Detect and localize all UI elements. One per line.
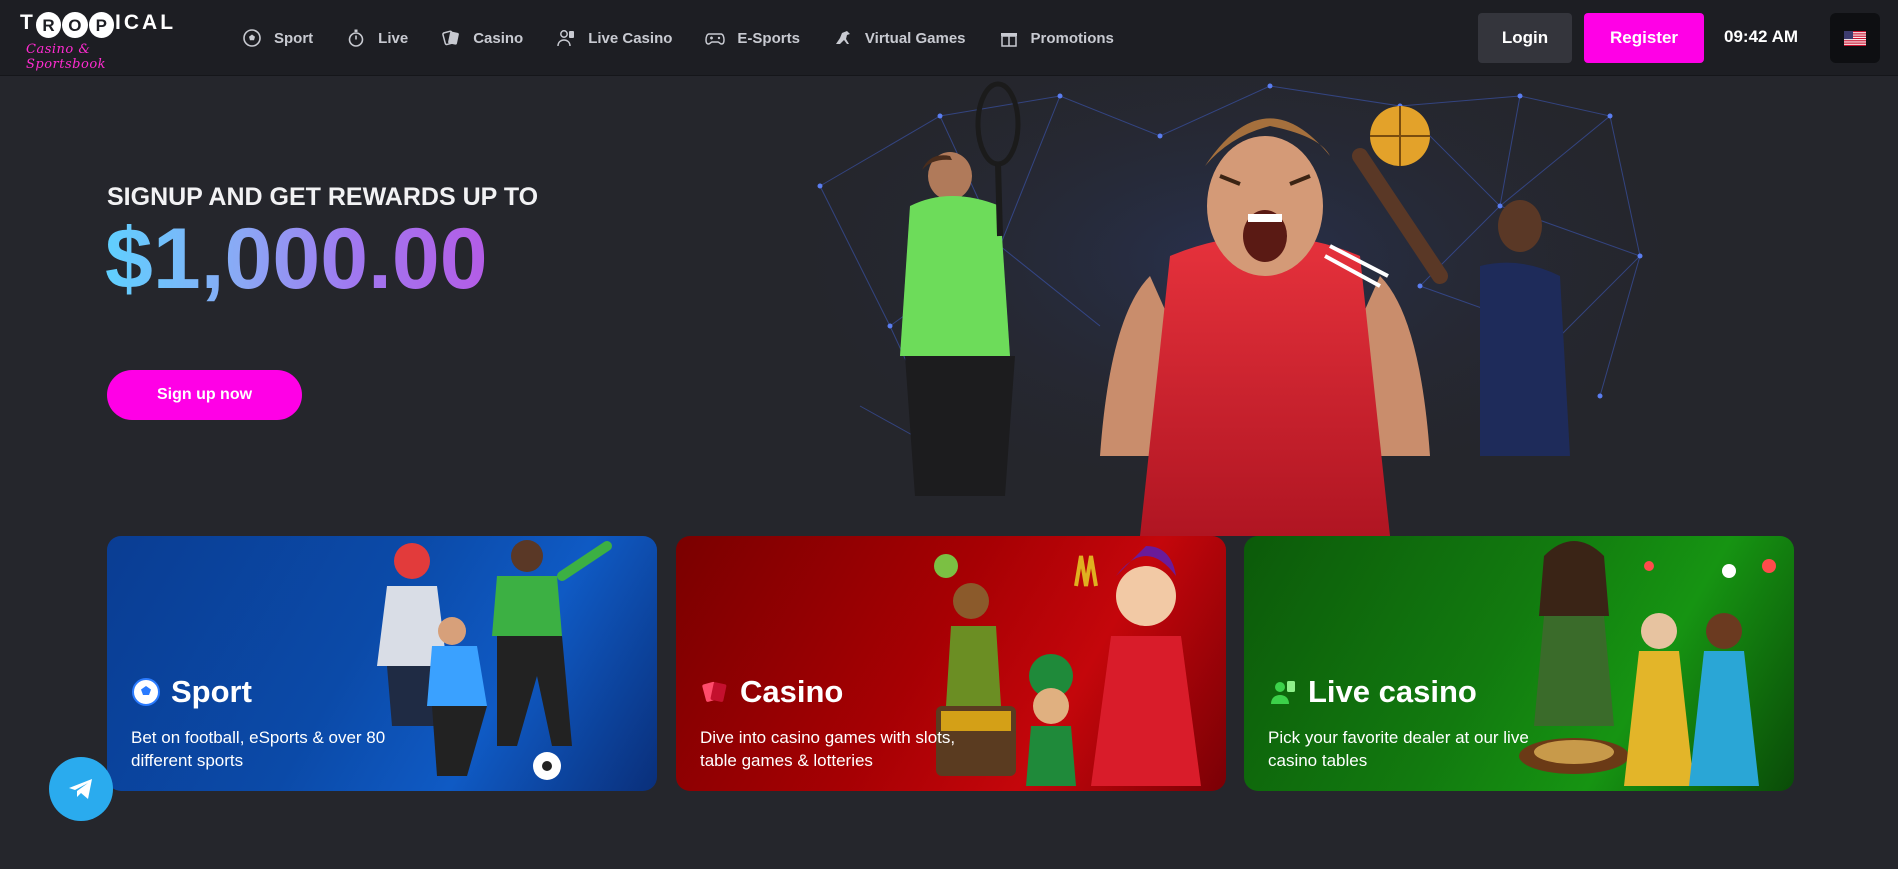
nav-label: Live (378, 29, 409, 47)
us-flag-icon (1844, 30, 1866, 46)
top-header: T R O P I C A L Casino & Sportsbook Spor… (0, 0, 1898, 76)
nav-label: Sport (274, 29, 314, 47)
nav-label: Casino (473, 29, 524, 47)
nav-item-promotions[interactable]: Promotions (999, 28, 1114, 48)
hero-athletes-image (800, 76, 1680, 536)
hero-reward-amount: $1,000.00 (105, 211, 488, 307)
cards-icon (702, 681, 727, 702)
sport-card[interactable]: Sport Bet on football, eSports & over 80… (107, 536, 657, 791)
nav-item-live[interactable]: Live (346, 28, 408, 48)
nav-label: Virtual Games (864, 29, 966, 47)
soccer-ball-icon (243, 29, 261, 47)
nav-item-casino[interactable]: Casino (441, 28, 523, 48)
dealer-icon (557, 30, 575, 47)
telegram-button[interactable] (49, 757, 113, 821)
card-title: Live casino (1268, 674, 1477, 710)
logo-title: T R O P I C A L (20, 12, 175, 38)
nav-label: Live Casino (588, 29, 673, 47)
nav-item-live-casino[interactable]: Live Casino (556, 28, 672, 48)
card-description: Bet on football, eSports & over 80 diffe… (131, 728, 386, 770)
sign-up-now-button[interactable]: Sign up now (107, 370, 302, 420)
gift-icon (1000, 33, 1017, 47)
nav-item-esports[interactable]: E-Sports (705, 28, 800, 48)
horse-icon (835, 31, 850, 44)
telegram-icon (69, 779, 92, 799)
casino-card[interactable]: Casino Dive into casino games with slots… (676, 536, 1226, 791)
card-title: Sport (131, 674, 252, 710)
logo-subtitle: Casino & Sportsbook (26, 42, 107, 72)
card-description: Pick your favorite dealer at our live ca… (1268, 728, 1529, 770)
gamepad-icon (705, 33, 726, 45)
login-button[interactable]: Login (1478, 13, 1572, 63)
clock: 09:42 AM (1724, 27, 1799, 46)
nav-item-virtual-games[interactable]: Virtual Games (833, 28, 966, 48)
cards-icon (442, 30, 460, 46)
nav-label: E-Sports (737, 29, 800, 47)
nav-item-sport[interactable]: Sport (242, 28, 313, 48)
language-selector[interactable] (1830, 13, 1880, 63)
nav-label: Promotions (1030, 29, 1114, 47)
stopwatch-icon (348, 29, 364, 47)
tropical-logo[interactable]: T R O P I C A L Casino & Sportsbook (20, 12, 175, 72)
card-description: Dive into casino games with slots, table… (700, 728, 956, 770)
card-title: Casino (700, 674, 843, 710)
card-title-text: Live casino (1308, 674, 1477, 709)
hero-tagline: SIGNUP AND GET REWARDS UP TO (107, 183, 539, 211)
card-title-text: Sport (171, 674, 252, 709)
register-button[interactable]: Register (1584, 13, 1704, 63)
card-title-text: Casino (740, 674, 844, 709)
soccer-ball-icon (132, 678, 160, 706)
main-nav: Sport Live Casino Live Casino E-Sports V… (242, 0, 1147, 76)
dealer-icon (1271, 681, 1295, 704)
live-casino-card[interactable]: Live casino Pick your favorite dealer at… (1244, 536, 1794, 791)
